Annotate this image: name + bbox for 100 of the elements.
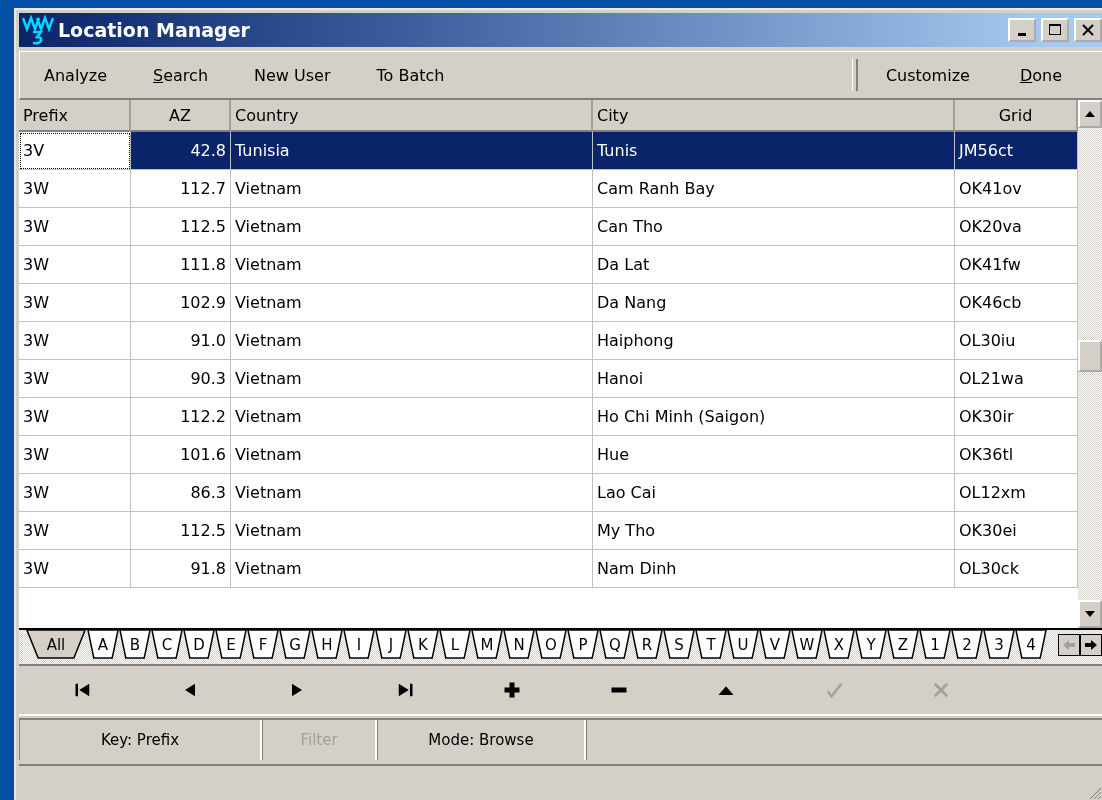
table-cell: Vietnam <box>231 398 593 436</box>
toolbar-button[interactable]: Search <box>153 59 209 91</box>
table-cell: OK20va <box>955 208 1078 246</box>
index-tab[interactable]: 3 <box>983 630 1015 660</box>
table-cell: OK41ov <box>955 170 1078 208</box>
scroll-up-button[interactable] <box>1078 100 1102 128</box>
table-cell: OL30iu <box>955 322 1078 360</box>
table-cell: 102.9 <box>131 284 231 322</box>
index-tab[interactable]: D <box>183 630 215 660</box>
index-tab[interactable]: I <box>343 630 375 660</box>
table-cell: Vietnam <box>231 208 593 246</box>
index-tab[interactable]: E <box>215 630 247 660</box>
table-cell: Hue <box>593 436 955 474</box>
index-tab[interactable]: H <box>311 630 343 660</box>
table-cell: 3W <box>19 208 131 246</box>
index-tab[interactable]: 4 <box>1015 630 1047 660</box>
table-cell: Vietnam <box>231 322 593 360</box>
table-cell: Vietnam <box>231 284 593 322</box>
table-cell: 3W <box>19 512 131 550</box>
table-cell: 111.8 <box>131 246 231 284</box>
index-tab[interactable]: O <box>535 630 567 660</box>
index-tab[interactable]: A <box>87 630 119 660</box>
table-cell: 3W <box>19 436 131 474</box>
index-tab[interactable]: K <box>407 630 439 660</box>
table-cell: OK41fw <box>955 246 1078 284</box>
index-tab[interactable]: P <box>567 630 599 660</box>
table-cell: Vietnam <box>231 170 593 208</box>
vertical-scrollbar[interactable] <box>1078 100 1102 628</box>
index-tab[interactable]: N <box>503 630 535 660</box>
close-button[interactable] <box>1074 18 1102 42</box>
resize-grip-icon <box>1088 786 1102 800</box>
toolbar-button[interactable]: Done <box>1019 59 1062 91</box>
table-cell: Vietnam <box>231 436 593 474</box>
index-tab[interactable]: Q <box>599 630 631 660</box>
table-cell: Tunis <box>593 132 955 170</box>
index-tab[interactable]: L <box>439 630 471 660</box>
table-cell: OL30ck <box>955 550 1078 588</box>
index-tab[interactable]: V <box>759 630 791 660</box>
index-tab[interactable]: Z <box>887 630 919 660</box>
toolbar-button[interactable]: Analyze <box>44 59 108 91</box>
table-cell: 3W <box>19 398 131 436</box>
index-tab[interactable]: X <box>823 630 855 660</box>
status-panel: Key: Prefix <box>19 720 262 760</box>
table-cell: OL12xm <box>955 474 1078 512</box>
index-tab[interactable]: R <box>631 630 663 660</box>
up-arrow-icon <box>1084 110 1096 118</box>
index-tab[interactable]: B <box>119 630 151 660</box>
index-tab[interactable]: T <box>695 630 727 660</box>
table-cell: 112.5 <box>131 512 231 550</box>
close-icon <box>1081 23 1095 37</box>
column-header[interactable]: Grid <box>955 100 1078 132</box>
toolbar-button[interactable]: Customize <box>885 59 970 91</box>
table-cell: 42.8 <box>131 132 231 170</box>
table-cell: 3W <box>19 322 131 360</box>
table-cell: 112.2 <box>131 398 231 436</box>
index-tab[interactable]: S <box>663 630 695 660</box>
column-header[interactable]: City <box>593 100 955 132</box>
index-tab[interactable]: M <box>471 630 503 660</box>
index-tab[interactable]: 1 <box>919 630 951 660</box>
table-cell: OK46cb <box>955 284 1078 322</box>
maximize-button[interactable] <box>1041 18 1069 42</box>
index-tab[interactable]: 2 <box>951 630 983 660</box>
table-cell: JM56ct <box>955 132 1078 170</box>
toolbar-button[interactable]: To Batch <box>376 59 445 91</box>
minimize-button[interactable] <box>1008 18 1036 42</box>
window-title: Location Manager <box>58 19 251 41</box>
table-cell: 3V <box>19 132 131 170</box>
index-tab[interactable]: W <box>791 630 823 660</box>
toolbar-button[interactable]: New User <box>254 59 331 91</box>
table-cell: Ho Chi Minh (Saigon) <box>593 398 955 436</box>
table-cell: Da Nang <box>593 284 955 322</box>
table-cell: Nam Dinh <box>593 550 955 588</box>
table-cell: Tunisia <box>231 132 593 170</box>
table-cell: 112.5 <box>131 208 231 246</box>
index-tab[interactable]: G <box>279 630 311 660</box>
table-cell: OL21wa <box>955 360 1078 398</box>
column-header[interactable]: Country <box>231 100 593 132</box>
index-tab[interactable]: C <box>151 630 183 660</box>
index-tab[interactable]: F <box>247 630 279 660</box>
table-cell: 112.7 <box>131 170 231 208</box>
table-cell: My Tho <box>593 512 955 550</box>
table-cell: OK30ei <box>955 512 1078 550</box>
index-tab[interactable]: All <box>25 630 87 660</box>
scroll-right-button[interactable] <box>1080 634 1102 656</box>
maximize-icon <box>1048 23 1062 37</box>
table-cell: 3W <box>19 246 131 284</box>
table-cell: 91.8 <box>131 550 231 588</box>
index-tab[interactable]: U <box>727 630 759 660</box>
scroll-down-button[interactable] <box>1078 600 1102 628</box>
scroll-left-button[interactable] <box>1058 634 1080 656</box>
table-cell: 3W <box>19 474 131 512</box>
scroll-thumb[interactable] <box>1078 340 1102 372</box>
table-cell: 90.3 <box>131 360 231 398</box>
toolbar-grip[interactable] <box>851 59 858 91</box>
column-header[interactable]: AZ <box>131 100 231 132</box>
right-arrow-icon <box>1084 639 1098 651</box>
table-cell: Vietnam <box>231 246 593 284</box>
index-tab[interactable]: J <box>375 630 407 660</box>
index-tab[interactable]: Y <box>855 630 887 660</box>
column-header[interactable]: Prefix <box>19 100 131 132</box>
